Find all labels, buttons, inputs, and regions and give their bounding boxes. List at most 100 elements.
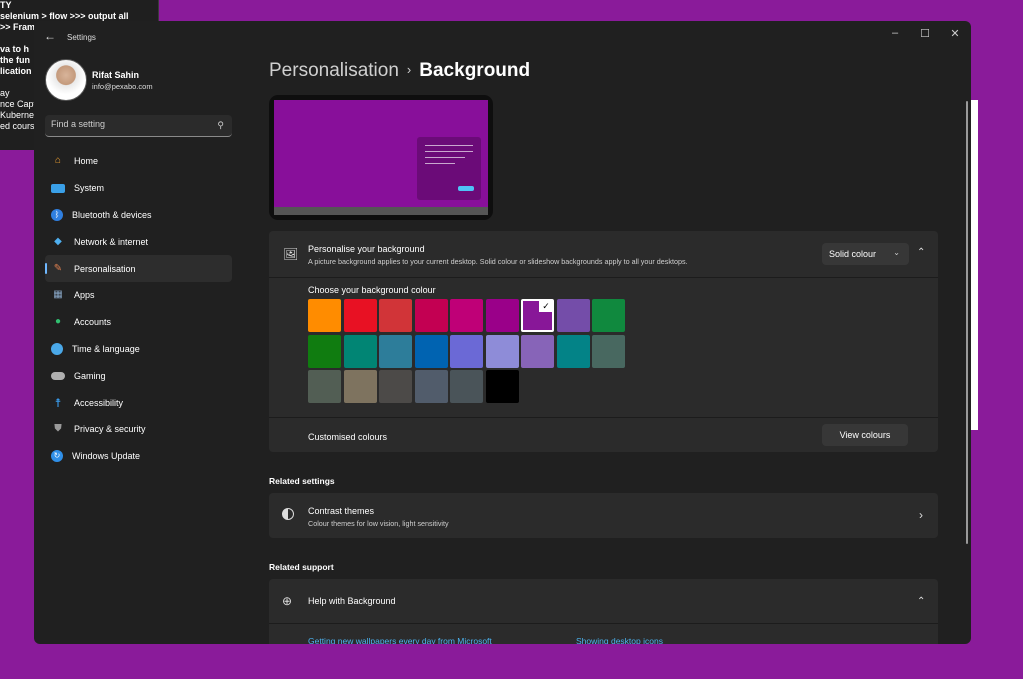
globe-icon: ⊕ — [282, 594, 293, 608]
colour-swatch[interactable] — [450, 299, 483, 332]
chevron-right-icon: › — [919, 508, 923, 522]
sidebar-item-label: Windows Update — [72, 451, 141, 462]
colour-swatch[interactable] — [557, 299, 590, 332]
bg-line: TY — [0, 0, 12, 10]
preview-window — [417, 137, 481, 200]
personalise-description: A picture background applies to your cur… — [308, 257, 688, 266]
help-title: Help with Background — [308, 596, 396, 606]
breadcrumb-parent[interactable]: Personalisation — [269, 60, 399, 81]
colour-swatch[interactable] — [592, 299, 625, 332]
contrast-themes-title: Contrast themes — [308, 506, 375, 516]
colour-swatch[interactable] — [415, 370, 448, 403]
sidebar-item-home[interactable]: ⌂ Home — [45, 148, 232, 175]
colour-swatch[interactable] — [486, 335, 519, 368]
minimize-button[interactable]: – — [888, 27, 902, 39]
colour-swatch[interactable] — [379, 370, 412, 403]
search-input[interactable] — [51, 119, 201, 129]
colour-swatch-selected[interactable]: ✓ — [521, 299, 554, 332]
help-link[interactable]: Getting new wallpapers every day from Mi… — [308, 636, 492, 644]
sidebar-item-label: Home — [74, 156, 99, 167]
colour-swatch[interactable] — [557, 335, 590, 368]
colour-picker-label: Choose your background colour — [308, 285, 436, 295]
home-icon: ⌂ — [54, 155, 62, 167]
sidebar-item-gaming[interactable]: Gaming — [45, 362, 232, 389]
sidebar-item-windows-update[interactable]: ↻ Windows Update — [45, 443, 232, 470]
contrast-icon — [282, 508, 294, 520]
sidebar-item-label: Personalisation — [74, 263, 136, 274]
colour-swatch[interactable] — [344, 370, 377, 403]
maximize-button[interactable]: ☐ — [918, 27, 932, 40]
sidebar-item-label: Gaming — [74, 370, 106, 381]
colour-swatch[interactable] — [521, 335, 554, 368]
colour-swatch[interactable] — [486, 370, 519, 403]
sidebar-item-accounts[interactable]: ● Accounts — [45, 309, 232, 336]
shield-icon: ⛊ — [54, 423, 62, 435]
selection-indicator — [45, 263, 47, 275]
preview-button — [458, 186, 474, 191]
search-box[interactable]: ⚲ — [45, 115, 232, 137]
sidebar-item-network[interactable]: ◆ Network & internet — [45, 228, 232, 255]
colour-swatch[interactable] — [450, 370, 483, 403]
update-icon: ↻ — [51, 450, 63, 463]
checkmark-icon: ✓ — [539, 300, 553, 312]
colour-swatch[interactable] — [379, 335, 412, 368]
sidebar-item-apps[interactable]: ▦ Apps — [45, 282, 232, 309]
colour-swatch[interactable] — [308, 370, 341, 403]
person-icon: ● — [54, 316, 62, 328]
related-support-header: Related support — [269, 562, 334, 572]
chevron-up-icon[interactable]: ⌃ — [917, 247, 925, 258]
globe-clock-icon — [51, 342, 63, 355]
help-card: ⊕ Help with Background ⌃ Getting new wal… — [269, 579, 938, 644]
page-title: Background — [419, 60, 531, 81]
custom-colours-label: Customised colours — [308, 432, 388, 442]
bluetooth-icon: ᛒ — [51, 208, 63, 221]
settings-window: ← Settings – ☐ ✕ Rifat Sahin info@pexabo… — [34, 21, 971, 644]
sidebar-item-personalisation[interactable]: ✎ Personalisation — [45, 255, 232, 282]
sidebar-item-time-language[interactable]: Time & language — [45, 336, 232, 363]
sidebar-item-system[interactable]: System — [45, 175, 232, 202]
sidebar: Rifat Sahin info@pexabo.com ⚲ ⌂ Home Sys… — [34, 51, 244, 644]
colour-swatch[interactable] — [308, 299, 341, 332]
colour-swatch[interactable] — [308, 335, 341, 368]
brush-icon: ✎ — [53, 262, 63, 274]
image-icon: 🖼 — [283, 247, 299, 261]
avatar[interactable] — [45, 59, 87, 101]
contrast-themes-description: Colour themes for low vision, light sens… — [308, 519, 449, 528]
colour-swatch[interactable] — [450, 335, 483, 368]
nav-list: ⌂ Home System ᛒ Bluetooth & devices ◆ Ne… — [45, 148, 232, 470]
colour-swatch[interactable] — [486, 299, 519, 332]
sidebar-item-label: Time & language — [72, 343, 140, 354]
contrast-themes-card[interactable]: Contrast themes Colour themes for low vi… — [269, 493, 938, 538]
breadcrumb-separator-icon: › — [406, 62, 412, 77]
back-arrow-icon[interactable]: ← — [44, 29, 56, 43]
system-icon — [51, 183, 65, 193]
related-settings-header: Related settings — [269, 476, 335, 486]
sidebar-item-label: Apps — [74, 290, 95, 301]
close-button[interactable]: ✕ — [948, 27, 962, 40]
title-bar: ← Settings – ☐ ✕ — [34, 21, 971, 51]
sidebar-item-bluetooth[interactable]: ᛒ Bluetooth & devices — [45, 202, 232, 229]
window-title: Settings — [67, 33, 96, 42]
chevron-up-icon[interactable]: ⌃ — [917, 596, 925, 607]
sidebar-item-label: Privacy & security — [74, 424, 146, 435]
colour-swatch[interactable] — [415, 335, 448, 368]
wifi-icon: ◆ — [54, 235, 62, 247]
colour-swatch[interactable] — [344, 299, 377, 332]
controller-icon — [51, 371, 65, 380]
help-link[interactable]: Showing desktop icons — [576, 636, 663, 644]
colour-swatch[interactable] — [415, 299, 448, 332]
colour-swatch[interactable] — [379, 299, 412, 332]
sidebar-item-accessibility[interactable]: ☨ Accessibility — [45, 389, 232, 416]
main-content: Personalisation › Background 🖼 Personalise… — [269, 51, 971, 644]
colour-swatch[interactable] — [344, 335, 377, 368]
user-email: info@pexabo.com — [92, 82, 153, 91]
search-icon[interactable]: ⚲ — [217, 120, 224, 131]
background-type-dropdown[interactable]: Solid colour ⌄ — [822, 243, 909, 265]
sidebar-item-privacy[interactable]: ⛊ Privacy & security — [45, 416, 232, 443]
sidebar-item-label: Accounts — [74, 317, 112, 328]
colour-swatch[interactable] — [592, 335, 625, 368]
scrollbar[interactable] — [966, 101, 968, 544]
view-colours-button[interactable]: View colours — [822, 424, 908, 446]
desktop-preview — [269, 95, 493, 220]
dropdown-value: Solid colour — [829, 249, 877, 259]
